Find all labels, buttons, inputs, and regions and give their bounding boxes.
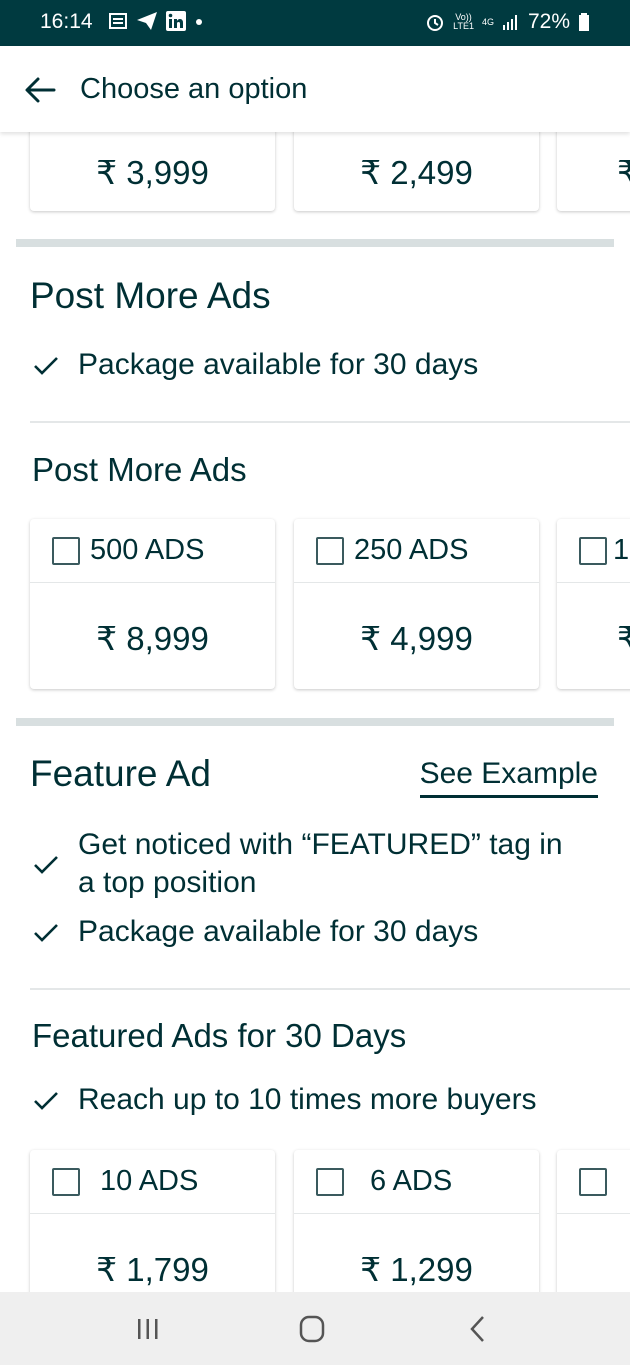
post-more-ads-title: Post More Ads	[30, 275, 271, 316]
network-type: 4G	[481, 16, 494, 27]
option-label-row	[557, 1150, 630, 1214]
battery-percent: 72%	[527, 10, 570, 33]
option-label-row: 10 ADS	[30, 1150, 275, 1214]
divider	[30, 988, 630, 990]
dot-icon	[196, 19, 202, 25]
feature-ad-title: Feature Ad	[30, 753, 212, 794]
feature-text-block: Get noticed with “FEATURED” tag in a top…	[78, 826, 563, 902]
status-time: 16:14	[40, 10, 93, 33]
option-label: 6 ADS	[370, 1165, 453, 1197]
option-price: ₹ 1,299	[360, 1251, 473, 1288]
top-package-card-2[interactable]: ₹ 2,499	[294, 132, 539, 211]
option-price: ₹ 4,999	[360, 620, 473, 657]
package-price: ₹ 2,499	[360, 154, 473, 191]
option-label-row: 500 ADS	[30, 519, 275, 583]
feature-line: Reach up to 10 times more buyers	[32, 1083, 537, 1117]
feature-text: Package available for 30 days	[78, 915, 479, 948]
battery-icon	[579, 13, 589, 31]
home-icon[interactable]	[292, 1312, 332, 1346]
option-label: 1	[613, 534, 630, 566]
telegram-icon	[137, 12, 157, 30]
top-package-card-3[interactable]: ₹	[557, 132, 630, 211]
volte-indicator: Vo)) LTE1	[453, 12, 474, 31]
top-package-card-1[interactable]: ₹ 3,999	[30, 132, 275, 211]
option-checkbox[interactable]	[52, 1167, 80, 1196]
divider	[30, 421, 630, 423]
feature-text: Get noticed with “FEATURED” tag in	[78, 828, 563, 861]
option-price: ₹ 8,999	[96, 620, 209, 657]
option-label: 250 ADS	[354, 534, 469, 566]
option-price: ₹ 1,799	[96, 1251, 209, 1288]
check-icon	[34, 1092, 58, 1110]
featured-option-card-6[interactable]: 6 ADS ₹ 1,299	[294, 1150, 539, 1292]
option-label-row: 250 ADS	[294, 519, 539, 583]
option-checkbox[interactable]	[579, 1167, 607, 1196]
section-divider	[16, 718, 614, 726]
linkedin-icon	[166, 11, 186, 31]
feature-text: Reach up to 10 times more buyers	[78, 1083, 537, 1116]
option-checkbox[interactable]	[579, 536, 607, 565]
post-more-ads-subtitle: Post More Ads	[32, 451, 247, 488]
see-example-link[interactable]: See Example	[419, 757, 598, 798]
status-bar: 16:14 Vo)) LTE1 4G 72%	[0, 0, 630, 46]
option-label-row: 6 ADS	[294, 1150, 539, 1214]
options-list[interactable]: ₹ 3,999 ₹ 2,499 ₹ Post More Ads Package …	[0, 132, 630, 1292]
signal-icon	[502, 15, 517, 30]
option-checkbox[interactable]	[52, 536, 80, 565]
alarm-icon	[427, 15, 444, 31]
section-divider	[16, 239, 614, 247]
notification-icons	[108, 11, 204, 31]
recent-apps-icon[interactable]	[128, 1312, 168, 1346]
system-nav-bar	[0, 1292, 630, 1365]
option-label: 10 ADS	[100, 1165, 199, 1197]
check-icon	[34, 924, 58, 942]
option-label: 500 ADS	[90, 534, 205, 566]
featured-option-card-3[interactable]	[557, 1150, 630, 1292]
option-checkbox[interactable]	[316, 536, 344, 565]
option-label-row: 1	[557, 519, 630, 583]
feature-text: Package available for 30 days	[78, 348, 479, 381]
back-arrow-icon[interactable]	[22, 72, 58, 108]
system-icons: Vo)) LTE1 4G 72%	[425, 10, 590, 34]
package-price: ₹	[617, 154, 630, 191]
feature-text: a top position	[78, 866, 257, 899]
option-checkbox[interactable]	[316, 1167, 344, 1196]
back-nav-icon[interactable]	[458, 1312, 498, 1346]
package-price: ₹ 3,999	[96, 154, 209, 191]
option-price: ₹	[617, 620, 630, 657]
feature-line: Get noticed with “FEATURED” tag in a top…	[32, 826, 563, 902]
ads-option-card-500[interactable]: 500 ADS ₹ 8,999	[30, 519, 275, 689]
check-icon	[34, 856, 58, 874]
calendar-icon	[109, 13, 127, 29]
app-header: Choose an option	[0, 46, 630, 132]
featured-option-card-10[interactable]: 10 ADS ₹ 1,799	[30, 1150, 275, 1292]
feature-line: Package available for 30 days	[32, 348, 478, 382]
featured-ads-subtitle: Featured Ads for 30 Days	[32, 1017, 407, 1054]
check-icon	[34, 357, 58, 375]
ads-option-card-250[interactable]: 250 ADS ₹ 4,999	[294, 519, 539, 689]
page-title: Choose an option	[80, 73, 308, 105]
feature-line: Package available for 30 days	[32, 915, 478, 949]
ads-option-card-3[interactable]: 1 ₹	[557, 519, 630, 689]
